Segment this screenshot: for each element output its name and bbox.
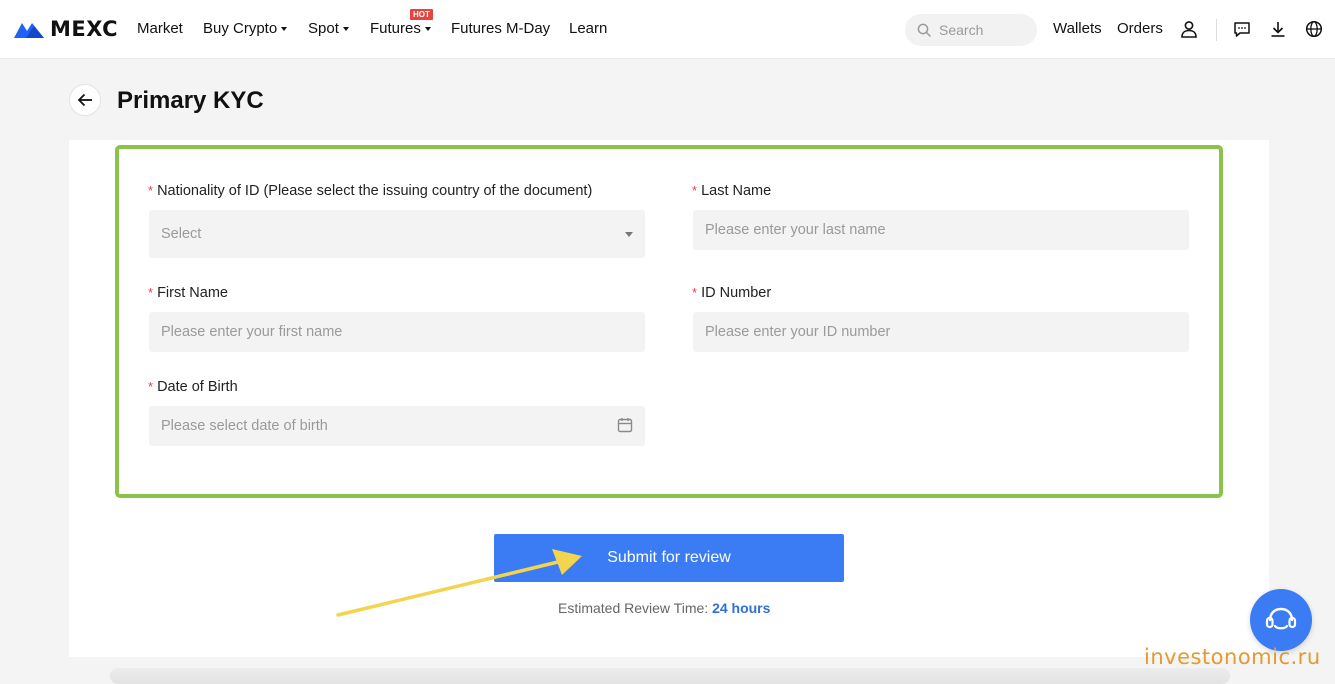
nav-market[interactable]: Market <box>137 20 183 37</box>
chevron-down-icon <box>342 26 349 31</box>
id-number-label-text: ID Number <box>701 285 772 301</box>
first-name-label: * First Name <box>148 285 228 301</box>
first-name-placeholder: Please enter your first name <box>161 324 343 340</box>
nav-market-label: Market <box>137 20 183 37</box>
nationality-select-value: Select <box>161 226 202 242</box>
required-mark: * <box>148 285 154 300</box>
top-navigation-bar: MEXC Market Buy Crypto Spot Futures HOT … <box>0 0 1335 59</box>
last-name-placeholder: Please enter your last name <box>705 222 886 238</box>
brand-name: MEXC <box>50 17 119 41</box>
id-number-input[interactable]: Please enter your ID number <box>693 312 1189 352</box>
nationality-label-text: Nationality of ID (Please select the iss… <box>157 183 593 199</box>
search-placeholder: Search <box>939 22 984 38</box>
support-chat-button[interactable] <box>1250 589 1312 651</box>
submit-button-label: Submit for review <box>607 549 731 566</box>
nav-spot[interactable]: Spot <box>308 20 349 37</box>
back-button[interactable] <box>69 84 101 116</box>
dob-date-picker[interactable]: Please select date of birth <box>149 406 645 446</box>
nav-orders-label: Orders <box>1117 20 1163 37</box>
dob-label: * Date of Birth <box>148 379 238 395</box>
dob-placeholder: Please select date of birth <box>161 418 328 434</box>
arrow-left-icon <box>77 93 92 107</box>
nav-learn[interactable]: Learn <box>569 20 607 37</box>
required-mark: * <box>692 183 698 198</box>
nationality-label: * Nationality of ID (Please select the is… <box>148 183 592 199</box>
required-mark: * <box>148 183 154 198</box>
nationality-select[interactable]: Select <box>149 210 645 258</box>
nav-wallets[interactable]: Wallets <box>1053 20 1102 37</box>
page-bottom-shadow <box>110 668 1230 684</box>
last-name-input[interactable]: Please enter your last name <box>693 210 1189 250</box>
headset-icon <box>1265 607 1297 630</box>
chevron-down-icon <box>625 232 633 237</box>
search-input[interactable]: Search <box>905 14 1037 46</box>
dob-label-text: Date of Birth <box>157 379 238 395</box>
id-number-placeholder: Please enter your ID number <box>705 324 891 340</box>
nav-orders[interactable]: Orders <box>1117 20 1163 37</box>
chevron-down-icon <box>281 26 288 31</box>
hot-badge: HOT <box>410 9 433 20</box>
nav-buy-crypto-label: Buy Crypto <box>203 20 278 37</box>
globe-icon[interactable] <box>1303 18 1325 40</box>
required-mark: * <box>692 285 698 300</box>
nav-learn-label: Learn <box>569 20 608 37</box>
last-name-label-text: Last Name <box>701 183 772 199</box>
mexc-logo-icon <box>14 23 44 38</box>
nav-futures-m-day[interactable]: Futures M-Day <box>451 20 550 37</box>
nav-wallets-label: Wallets <box>1053 20 1102 37</box>
nav-futures-label: Futures <box>370 20 421 37</box>
calendar-icon <box>617 418 633 433</box>
chat-icon[interactable] <box>1231 18 1253 40</box>
annotation-arrow <box>336 549 582 617</box>
last-name-label: * Last Name <box>692 183 771 199</box>
download-icon[interactable] <box>1267 18 1289 40</box>
nav-buy-crypto[interactable]: Buy Crypto <box>203 20 288 37</box>
chevron-down-icon <box>424 26 431 31</box>
required-mark: * <box>148 379 154 394</box>
page-title: Primary KYC <box>117 87 264 114</box>
nav-divider <box>1216 19 1217 41</box>
nav-futures[interactable]: Futures <box>370 20 431 37</box>
nav-spot-label: Spot <box>308 20 339 37</box>
user-icon[interactable] <box>1178 18 1200 40</box>
first-name-label-text: First Name <box>157 285 228 301</box>
id-number-label: * ID Number <box>692 285 771 301</box>
watermark: investonomic.ru <box>1144 645 1321 669</box>
mexc-logo[interactable]: MEXC <box>12 16 118 42</box>
first-name-input[interactable]: Please enter your first name <box>149 312 645 352</box>
nav-futures-m-day-label: Futures M-Day <box>451 20 551 37</box>
search-icon <box>917 23 931 37</box>
review-time-value: 24 hours <box>712 600 771 616</box>
